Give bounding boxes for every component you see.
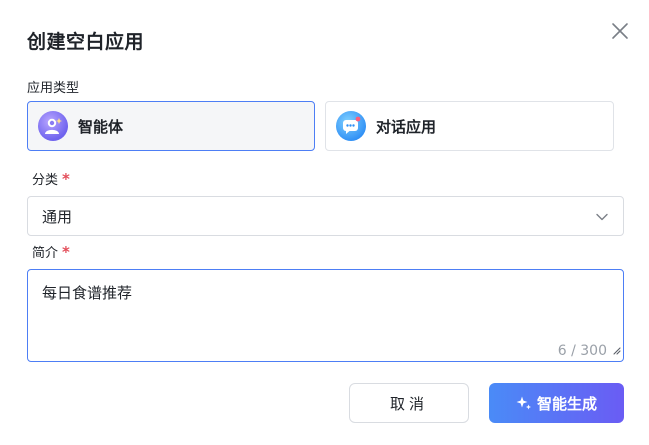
- type-option-chat[interactable]: 对话应用: [325, 101, 614, 151]
- intro-label-text: 简介: [32, 246, 59, 261]
- dialog-title: 创建空白应用: [27, 31, 145, 53]
- cancel-button[interactable]: 取消: [349, 383, 469, 423]
- required-mark: *: [62, 170, 70, 188]
- category-label: 分类 *: [32, 169, 70, 188]
- chat-bubble-icon: [336, 111, 366, 141]
- category-select[interactable]: 通用: [27, 196, 624, 236]
- intro-value: 每日食谱推荐: [42, 284, 133, 302]
- app-type-label: 应用类型: [27, 81, 80, 96]
- type-option-label: 智能体: [78, 117, 124, 136]
- type-option-agent[interactable]: 智能体: [27, 101, 315, 151]
- char-counter: 6 / 300: [557, 343, 607, 359]
- close-icon[interactable]: [608, 19, 632, 43]
- generate-button[interactable]: 智能生成: [489, 383, 624, 423]
- resize-handle-icon[interactable]: [612, 341, 621, 359]
- intro-label: 简介 *: [32, 242, 70, 261]
- category-value: 通用: [42, 207, 73, 226]
- sparkle-icon: [516, 396, 531, 410]
- agent-avatar-icon: [38, 111, 68, 141]
- chevron-down-icon: [595, 209, 609, 228]
- intro-textarea[interactable]: 每日食谱推荐 6 / 300: [27, 269, 624, 362]
- category-label-text: 分类: [32, 173, 59, 188]
- create-app-dialog: 创建空白应用 应用类型 智能体 对话应用 分类 * 通用 简介 * 每日食谱推荐…: [0, 0, 649, 445]
- required-mark: *: [62, 243, 70, 261]
- type-option-label: 对话应用: [376, 117, 437, 136]
- generate-button-label: 智能生成: [536, 394, 597, 413]
